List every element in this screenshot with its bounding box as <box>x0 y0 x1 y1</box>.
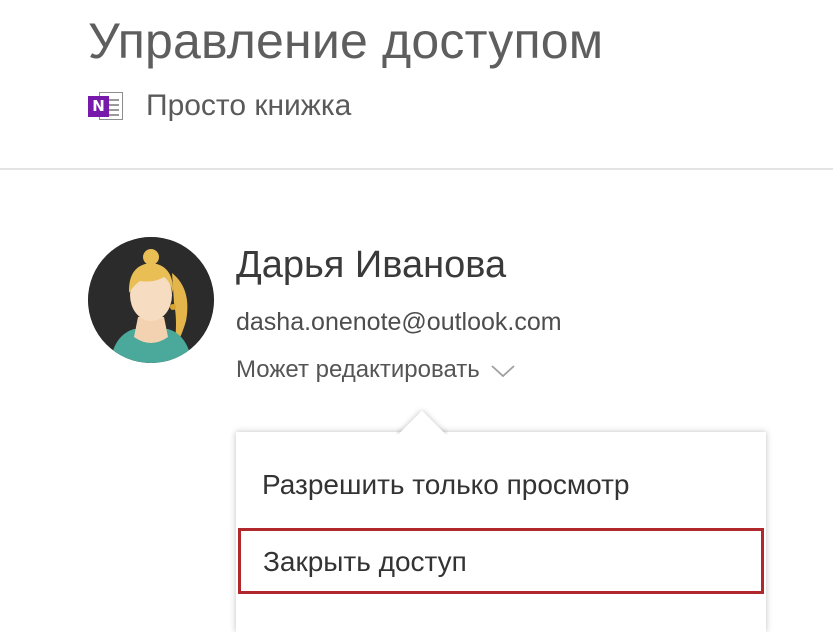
permission-label: Может редактировать <box>236 356 480 383</box>
onenote-badge: N <box>88 96 109 117</box>
onenote-icon: N <box>88 89 126 123</box>
user-email: dasha.onenote@outlook.com <box>236 308 562 336</box>
onenote-page-line <box>108 114 119 116</box>
avatar-illustration <box>88 237 214 363</box>
page-title: Управление доступом <box>88 13 604 69</box>
user-name: Дарья Иванова <box>236 244 507 286</box>
avatar <box>88 237 214 363</box>
chevron-down-icon <box>491 365 515 378</box>
notebook-row: N Просто книжка <box>88 86 351 126</box>
onenote-page-line <box>108 104 119 106</box>
permission-menu: Разрешить только просмотр Закрыть доступ <box>236 432 766 632</box>
menu-item-revoke-access[interactable]: Закрыть доступ <box>238 528 764 594</box>
notebook-name: Просто книжка <box>146 89 352 122</box>
dropdown-arrow <box>396 404 448 434</box>
permission-dropdown[interactable]: Может редактировать <box>236 356 516 384</box>
onenote-page-line <box>108 109 119 111</box>
divider <box>0 168 833 170</box>
onenote-page-line <box>108 99 119 101</box>
menu-item-view-only[interactable]: Разрешить только просмотр <box>236 460 766 510</box>
